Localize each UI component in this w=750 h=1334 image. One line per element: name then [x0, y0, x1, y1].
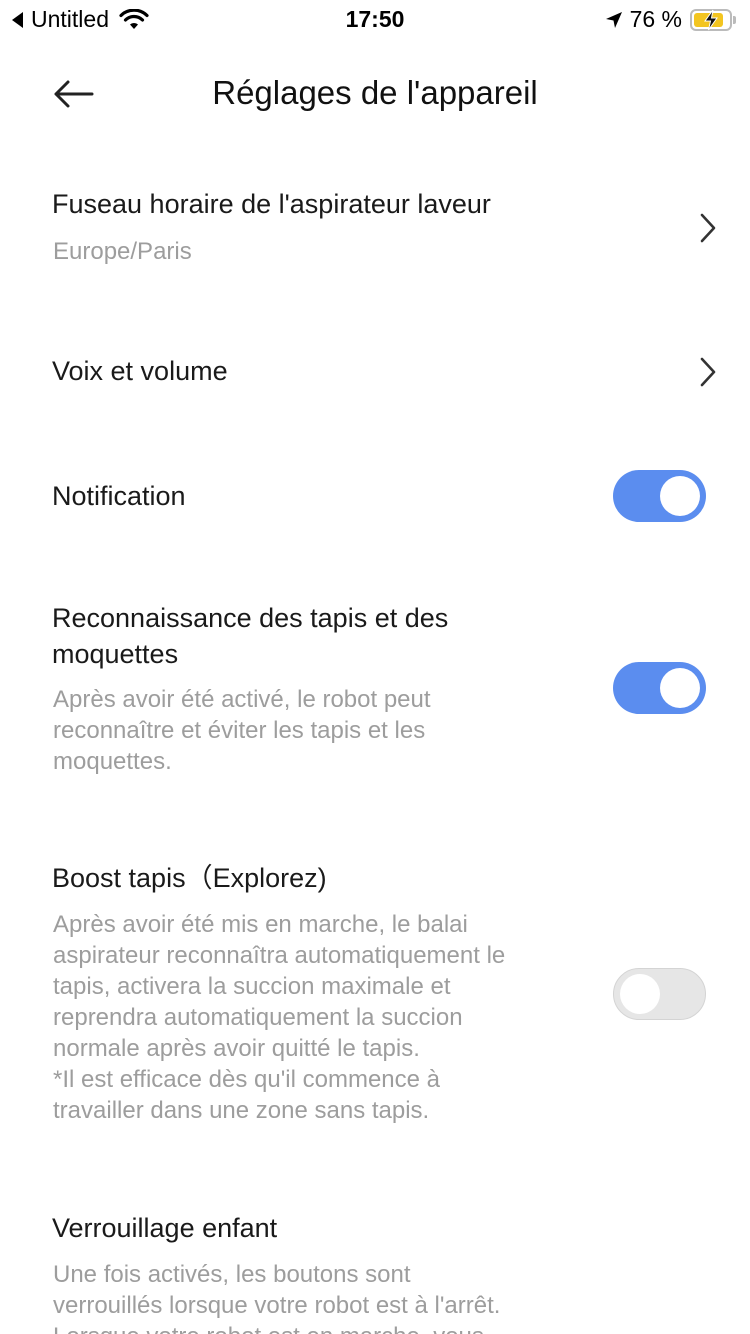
carpet-recognition-desc-line2: reconnaître et éviter les tapis et les — [53, 717, 426, 744]
battery-cap — [733, 15, 736, 24]
carpet-boost-desc-line4: reprendra automatiquement la succion — [53, 1004, 463, 1031]
battery-icon — [690, 8, 732, 31]
child-lock-title: Verrouillage enfant — [52, 1213, 278, 1243]
voice-volume-title: Voix et volume — [52, 356, 228, 386]
battery-percent: 76 % — [629, 6, 682, 32]
carpet-recognition-title-line1: Reconnaissance des tapis et des — [52, 603, 449, 633]
chevron-right-icon — [700, 213, 716, 243]
carpet-boost-desc-line1: Après avoir été mis en marche, le balai — [53, 911, 468, 938]
carpet-recognition-title-line2: moquettes — [52, 639, 179, 669]
charging-bolt-icon — [704, 9, 718, 30]
carpet-boost-title: Boost tapis（Explorez) — [52, 863, 327, 893]
voice-volume-row[interactable]: Voix et volume — [0, 340, 750, 410]
carpet-boost-row: Boost tapis（Explorez) Après avoir été mi… — [0, 860, 750, 1135]
carpet-boost-desc-line6: *Il est efficace dès qu'il commence à — [53, 1066, 440, 1093]
status-right-group: 76 % — [604, 6, 736, 33]
carpet-recognition-desc-line3: moquettes. — [53, 748, 172, 775]
status-bar: Untitled 17:50 76 % — [0, 0, 750, 40]
carpet-boost-desc-line3: tapis, activera la succion maximale et — [53, 973, 451, 1000]
page-title: Réglages de l'appareil — [212, 74, 538, 111]
child-lock-row: Verrouillage enfant Une fois activés, le… — [0, 1210, 750, 1334]
location-arrow-icon — [605, 11, 622, 28]
child-lock-desc-line2: verrouillés lorsque votre robot est à l'… — [53, 1292, 501, 1319]
notification-row: Notification — [0, 460, 750, 536]
carpet-boost-desc-line5: normale après avoir quitté le tapis. — [53, 1035, 420, 1062]
carpet-boost-desc-line2: aspirateur reconnaîtra automatiquement l… — [53, 942, 506, 969]
toggle-knob — [660, 476, 700, 516]
carpet-recognition-desc-line1: Après avoir été activé, le robot peut — [53, 686, 431, 713]
timezone-title: Fuseau horaire de l'aspirateur laveur — [52, 189, 491, 219]
child-lock-desc-line3: Lorsque votre robot est en marche, vous — [53, 1321, 484, 1334]
carpet-recognition-toggle[interactable] — [613, 662, 706, 714]
carpet-boost-toggle[interactable] — [613, 968, 706, 1020]
child-lock-desc-line1: Une fois activés, les boutons sont — [53, 1261, 411, 1288]
carpet-boost-desc-line7: travailler dans une zone sans tapis. — [53, 1097, 430, 1124]
chevron-right-icon — [700, 357, 716, 387]
timezone-row[interactable]: Fuseau horaire de l'aspirateur laveur Eu… — [0, 175, 750, 285]
carpet-recognition-row: Reconnaissance des tapis et des moquette… — [0, 598, 750, 788]
device-settings-screen: Untitled 17:50 76 % Réglages de l'appare… — [0, 0, 750, 1334]
notification-toggle[interactable] — [613, 470, 706, 522]
notification-title: Notification — [52, 481, 186, 511]
toggle-knob — [620, 974, 660, 1014]
timezone-value: Europe/Paris — [53, 238, 192, 265]
header: Réglages de l'appareil — [0, 56, 750, 132]
toggle-knob — [660, 668, 700, 708]
